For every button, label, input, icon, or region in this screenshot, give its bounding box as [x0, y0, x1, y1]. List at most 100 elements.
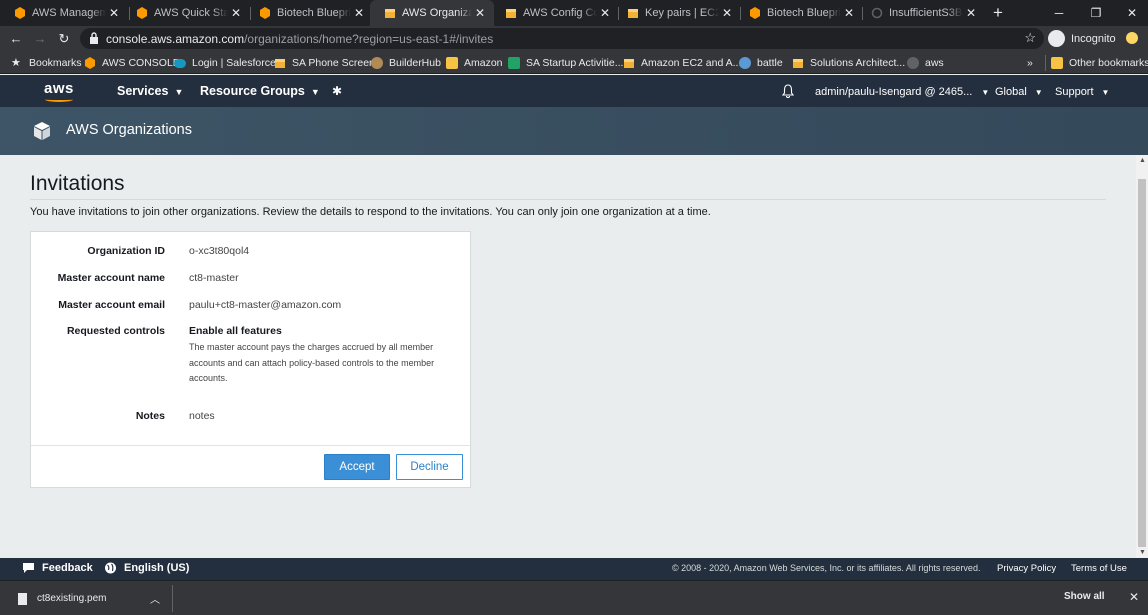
region-label: Global [995, 86, 1027, 98]
scroll-down-arrow-icon[interactable]: ▼ [1139, 549, 1146, 556]
language-label: English (US) [124, 562, 190, 574]
close-tab-icon[interactable]: ✕ [963, 6, 979, 20]
tab-title: AWS Management Console [32, 7, 106, 19]
aws-box-icon [624, 59, 634, 68]
service-name[interactable]: AWS Organizations [66, 122, 192, 138]
bookmark-amazon-folder[interactable]: Amazon [446, 55, 503, 71]
star-icon: ★ [11, 57, 21, 69]
back-arrow-icon[interactable]: ← [6, 29, 26, 49]
bookmark-bookmarks[interactable]: ★ Bookmarks [11, 55, 82, 71]
feedback-link[interactable]: Feedback [22, 562, 93, 574]
bookmark-battle[interactable]: battle [739, 55, 783, 71]
sheets-icon [508, 57, 520, 69]
minimize-window-icon[interactable]: ─ [1041, 0, 1077, 26]
incognito-indicator[interactable]: Incognito [1048, 28, 1116, 49]
services-menu[interactable]: Services ▼ [117, 84, 183, 98]
resource-groups-menu[interactable]: Resource Groups ▼ [200, 84, 320, 98]
services-label: Services [117, 84, 169, 98]
tab-title: Key pairs | EC2 Ma [645, 7, 719, 19]
master-account-name-label: Master account name [57, 272, 165, 284]
new-tab-button[interactable]: + [989, 3, 1007, 23]
tab-aws-management-console[interactable]: AWS Management Console ✕ [0, 0, 128, 26]
tab-key-pairs-ec2[interactable]: Key pairs | EC2 Ma ✕ [613, 0, 741, 26]
close-tab-icon[interactable]: ✕ [472, 6, 488, 20]
close-tab-icon[interactable]: ✕ [597, 6, 613, 20]
bookmark-builderhub[interactable]: BuilderHub [371, 55, 441, 71]
aws-logo-text: aws [44, 80, 74, 97]
download-item[interactable]: ct8existing.pem ︿ [8, 587, 172, 610]
close-tab-icon[interactable]: ✕ [106, 6, 122, 20]
folder-icon [1051, 57, 1063, 69]
reload-icon[interactable]: ↻ [54, 29, 74, 49]
aws-box-icon [793, 59, 803, 68]
aws-cube-icon [137, 7, 147, 19]
tab-aws-organizations[interactable]: AWS Organizations ✕ [370, 0, 494, 26]
bell-icon[interactable] [781, 84, 795, 98]
download-shelf: ct8existing.pem ︿ Show all ✕ [0, 580, 1148, 615]
folder-icon [446, 57, 458, 69]
tab-aws-config-console[interactable]: AWS Config Console ✕ [491, 0, 619, 26]
aws-box-icon [275, 59, 285, 68]
bookmark-label: Login | Salesforce [192, 57, 276, 69]
page-scrollbar[interactable]: ▲ ▼ [1136, 155, 1148, 558]
chevron-up-icon[interactable]: ︿ [150, 591, 160, 606]
other-bookmarks[interactable]: Other bookmarks [1045, 55, 1148, 71]
requested-controls-title: Enable all features [189, 325, 282, 337]
chevron-down-icon: ▼ [174, 87, 184, 97]
close-tab-icon[interactable]: ✕ [719, 6, 735, 20]
chevron-down-icon: ▼ [1034, 88, 1043, 97]
close-tab-icon[interactable]: ✕ [841, 6, 857, 20]
bookmark-star-icon[interactable]: ☆ [1024, 30, 1036, 46]
privacy-policy-link[interactable]: Privacy Policy [997, 563, 1056, 574]
main-content: Invitations You have invitations to join… [0, 155, 1136, 558]
bookmark-sa-startup[interactable]: SA Startup Activitie... [508, 55, 623, 71]
close-shelf-icon[interactable]: ✕ [1129, 590, 1139, 604]
bookmark-aws[interactable]: aws [907, 55, 944, 71]
tab-title: Biotech Blueprint o [767, 7, 841, 19]
bookmark-label: BuilderHub [389, 57, 441, 69]
terms-of-use-link[interactable]: Terms of Use [1071, 563, 1127, 574]
language-selector[interactable]: English (US) [104, 562, 189, 574]
bookmarks-overflow-button[interactable]: » [1027, 55, 1033, 71]
scrollbar-thumb[interactable] [1138, 179, 1146, 547]
globe-icon [907, 57, 919, 69]
close-tab-icon[interactable]: ✕ [351, 6, 367, 20]
forward-arrow-icon[interactable]: → [30, 29, 50, 49]
account-menu[interactable]: admin/paulu-Isengard @ 2465... ▼ [815, 86, 989, 98]
bookmark-sa-phone-screen[interactable]: SA Phone Screen [274, 55, 375, 71]
tab-insufficient-s3-bucket[interactable]: InsufficientS3Bucke ✕ [857, 0, 985, 26]
bookmark-amazon-ec2[interactable]: Amazon EC2 and A... [623, 55, 741, 71]
chevron-down-icon: ▼ [1101, 88, 1110, 97]
builderhub-icon [371, 57, 383, 69]
lock-icon[interactable] [89, 32, 99, 44]
close-window-icon[interactable]: ✕ [1114, 0, 1148, 26]
bookmark-solutions-architect[interactable]: Solutions Architect... [792, 55, 905, 71]
globe-icon [105, 562, 116, 574]
close-tab-icon[interactable]: ✕ [228, 6, 244, 20]
pin-icon[interactable]: ✱ [332, 84, 342, 98]
other-bookmarks-label: Other bookmarks [1069, 57, 1148, 69]
tab-biotech-blueprint-2[interactable]: Biotech Blueprint o ✕ [735, 0, 863, 26]
profile-icon[interactable] [1126, 32, 1138, 44]
show-all-downloads-button[interactable]: Show all [1064, 591, 1105, 602]
support-menu[interactable]: Support ▼ [1055, 86, 1109, 98]
bookmark-label: battle [757, 57, 783, 69]
org-id-label: Organization ID [87, 245, 165, 257]
title-divider [30, 199, 1106, 200]
bookmark-aws-console[interactable]: AWS CONSOLE [84, 55, 180, 71]
aws-smile-icon [45, 97, 73, 102]
aws-logo[interactable]: aws [44, 80, 74, 102]
card-divider [31, 445, 470, 446]
url-text: console.aws.amazon.com/organizations/hom… [106, 32, 494, 46]
restore-window-icon[interactable]: ❐ [1078, 0, 1114, 26]
tab-biotech-blueprint[interactable]: Biotech Blueprint o ✕ [245, 0, 373, 26]
tab-title: InsufficientS3Bucke [889, 7, 963, 19]
accept-button[interactable]: Accept [324, 454, 390, 480]
decline-button[interactable]: Decline [396, 454, 463, 480]
address-bar[interactable]: console.aws.amazon.com/organizations/hom… [80, 28, 1044, 49]
region-menu[interactable]: Global ▼ [995, 86, 1043, 98]
organizations-cube-icon [34, 122, 50, 140]
scroll-up-arrow-icon[interactable]: ▲ [1139, 157, 1146, 164]
tab-aws-quick-start[interactable]: AWS Quick Start - ✕ [122, 0, 250, 26]
bookmark-salesforce[interactable]: Login | Salesforce [174, 55, 276, 71]
